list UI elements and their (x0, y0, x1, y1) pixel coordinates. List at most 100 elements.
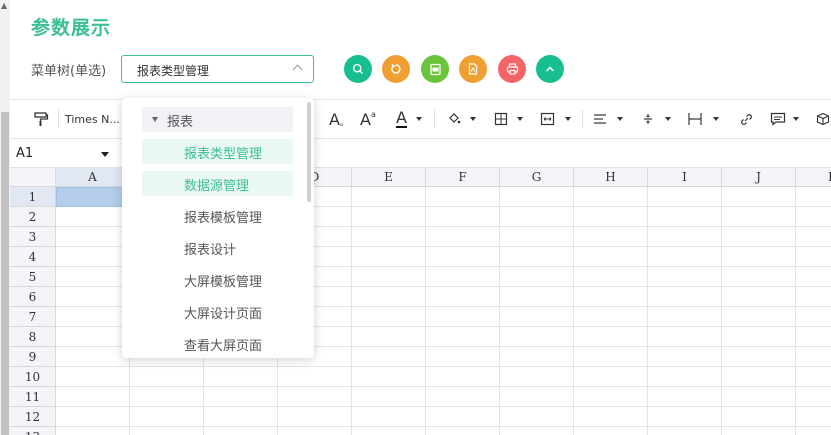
column-header[interactable]: E (352, 168, 426, 187)
caret-down-icon (617, 117, 623, 121)
scrollbar-thumb[interactable] (1, 112, 9, 435)
chevron-up-icon (545, 66, 555, 72)
row-header[interactable]: 10 (10, 367, 56, 387)
tree-item-label: 查看大屏页面 (184, 339, 263, 354)
toolbar-divider (582, 110, 583, 128)
tree-item-label: 报表类型管理 (184, 147, 263, 162)
border-button[interactable] (494, 107, 523, 131)
grid-line (56, 366, 831, 367)
tree-item[interactable]: 大屏模板管理 (142, 267, 293, 292)
page-scrollbar[interactable]: ▲ (0, 0, 10, 435)
collapse-button[interactable] (536, 55, 564, 83)
grid-line (795, 187, 796, 435)
more-tools-button[interactable] (816, 107, 830, 131)
menu-tree-select[interactable]: 报表类型管理 (121, 55, 314, 83)
font-color-icon: A (396, 108, 407, 128)
tree-item[interactable]: 大屏设计页面 (142, 299, 293, 324)
grid-line (56, 406, 831, 407)
tree-item-label: 报表设计 (184, 243, 237, 258)
chevron-up-icon (292, 64, 303, 75)
row-header[interactable]: 6 (10, 287, 56, 307)
font-family-value: Times N... (65, 112, 120, 126)
export-excel-button[interactable] (421, 55, 449, 83)
cell-reference[interactable]: A1 (16, 146, 33, 161)
link-icon (741, 113, 752, 125)
column-header[interactable]: F (426, 168, 500, 187)
tree-item[interactable]: 数据源管理 (142, 171, 293, 196)
caret-down-icon (793, 117, 799, 121)
toolbar-divider (434, 110, 435, 128)
grid-line (721, 187, 722, 435)
format-painter-button[interactable] (33, 107, 49, 131)
column-header[interactable]: G (500, 168, 574, 187)
filter-label: 菜单树(单选) (31, 64, 107, 79)
grid-line (56, 386, 831, 387)
font-family-select[interactable]: Times N... (65, 107, 120, 131)
tree-group-report[interactable]: 报表 (142, 107, 293, 132)
tree-item-label: 大屏设计页面 (184, 307, 263, 322)
export-pdf-button[interactable] (459, 55, 487, 83)
row-header[interactable]: 3 (10, 227, 56, 247)
menu-tree-dropdown: 报表 报表类型管理数据源管理报表模板管理报表设计大屏模板管理 大屏设计页面 查看大屏… (122, 98, 314, 358)
column-header[interactable]: H (574, 168, 648, 187)
merge-cells-button[interactable] (540, 107, 571, 131)
increase-font-button[interactable]: Aa (360, 107, 376, 131)
tree-item[interactable]: 报表类型管理 (142, 139, 293, 164)
row-header[interactable]: 1 (10, 187, 56, 207)
tree-item-label: 大屏模板管理 (184, 275, 263, 290)
dropdown-scrollbar[interactable] (307, 102, 311, 202)
reset-button[interactable] (382, 55, 410, 83)
row-header[interactable]: 12 (10, 407, 56, 427)
search-icon (352, 63, 363, 74)
fill-color-button[interactable] (447, 107, 476, 131)
font-size-up-icon: A (360, 109, 371, 129)
horizontal-align-button[interactable] (593, 107, 623, 131)
row-header[interactable]: 2 (10, 207, 56, 227)
selected-cell[interactable] (56, 187, 130, 207)
caret-down-icon (470, 117, 476, 121)
row-header[interactable]: 5 (10, 267, 56, 287)
print-button[interactable] (498, 55, 526, 83)
grid-line (56, 426, 831, 427)
tree-item[interactable]: 报表模板管理 (142, 203, 293, 228)
caret-down-icon[interactable] (101, 152, 109, 157)
row-header[interactable]: 7 (10, 307, 56, 327)
column-header[interactable]: I (648, 168, 722, 187)
row-header[interactable]: 9 (10, 347, 56, 367)
row-header[interactable]: 13 (10, 427, 56, 435)
tree-item[interactable]: 查看大屏页面 (142, 331, 293, 356)
print-icon (506, 63, 518, 75)
row-header[interactable]: 4 (10, 247, 56, 267)
page-title: 参数展示 (31, 17, 112, 39)
vertical-align-button[interactable] (641, 107, 671, 131)
reset-icon (391, 63, 401, 74)
caret-down-icon (713, 117, 719, 121)
grid-line (351, 187, 352, 435)
comment-icon (770, 112, 786, 126)
row-header[interactable]: 11 (10, 387, 56, 407)
decrease-font-button[interactable]: Aₐ (329, 107, 343, 131)
column-header[interactable]: J (722, 168, 796, 187)
font-color-button[interactable]: A (396, 107, 422, 131)
tree-item[interactable]: 报表设计 (142, 235, 293, 260)
row-header[interactable]: 8 (10, 327, 56, 347)
column-header[interactable]: K (796, 168, 831, 187)
align-middle-icon (644, 114, 652, 124)
search-button[interactable] (344, 55, 372, 83)
caret-down-icon (152, 117, 158, 122)
caret-down-icon (565, 117, 571, 121)
insert-link-button[interactable] (739, 107, 754, 131)
text-wrap-icon (688, 113, 702, 125)
toolbar-divider (58, 110, 59, 128)
column-header[interactable]: A (56, 168, 130, 187)
caret-down-icon (665, 117, 671, 121)
font-size-down-icon: A (329, 109, 340, 129)
format-painter-icon (34, 112, 49, 126)
menu-tree-select-value: 报表类型管理 (137, 64, 210, 78)
corner-cell[interactable] (10, 168, 56, 187)
scroll-up-arrow-icon[interactable]: ▲ (1, 2, 7, 10)
text-wrap-button[interactable] (687, 107, 719, 131)
insert-comment-button[interactable] (770, 107, 799, 131)
caret-down-icon (517, 117, 523, 121)
app-root: ▲ 参数展示 菜单树(单选) 报表类型管理 Times N... A ₐ A a… (0, 0, 831, 435)
